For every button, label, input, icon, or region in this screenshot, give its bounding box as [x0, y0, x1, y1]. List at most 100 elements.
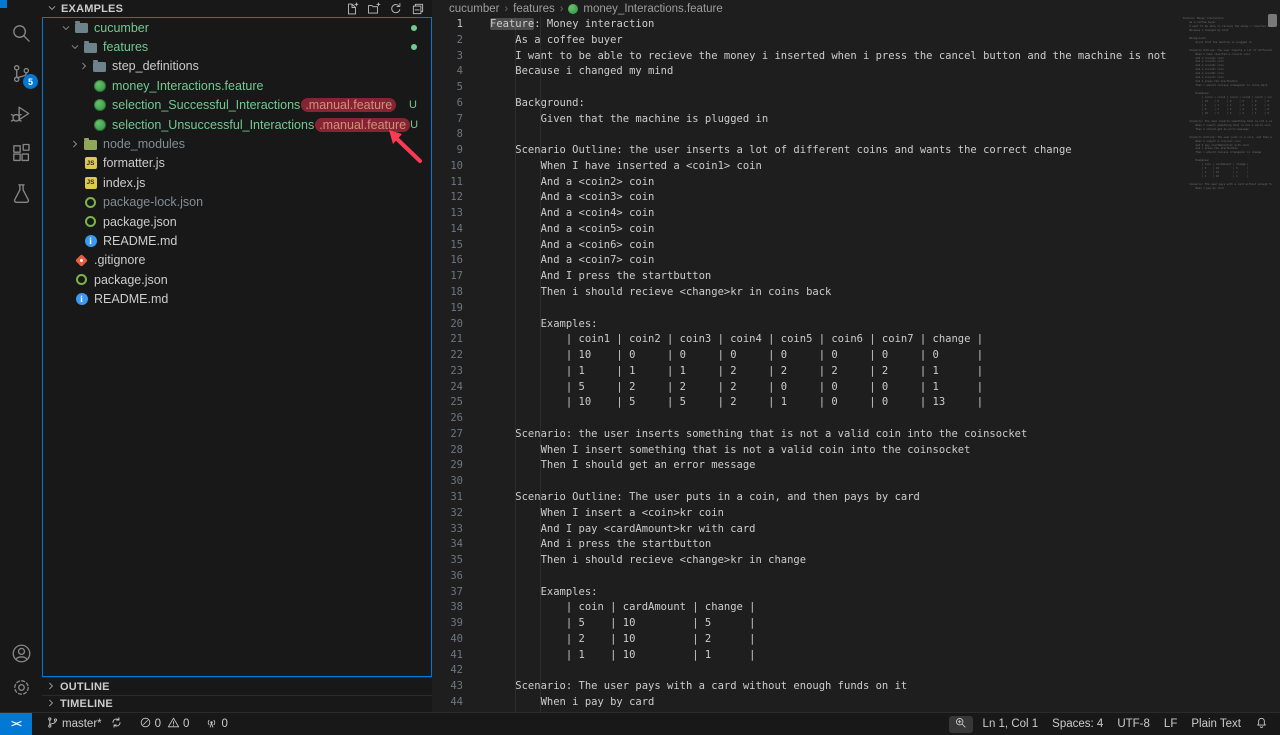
tree-item-money-interactions-feature[interactable]: money_Interactions.feature	[43, 76, 431, 95]
tree-item-readme-md[interactable]: iREADME.md	[43, 289, 431, 308]
screencast-zoom-button[interactable]	[949, 716, 973, 733]
code-line-33[interactable]: 33 And I pay <cardAmount>kr with card	[432, 522, 1183, 538]
refresh-explorer-button[interactable]	[387, 0, 404, 17]
code-line-39[interactable]: 39 | 5 | 10 | 5 |	[432, 616, 1183, 632]
code-line-44[interactable]: 44 When i pay by card	[432, 695, 1183, 711]
breadcrumb-item-features[interactable]: features	[513, 3, 555, 15]
code-line-41[interactable]: 41 | 1 | 10 | 1 |	[432, 648, 1183, 664]
source-control-icon[interactable]: 5	[8, 60, 34, 86]
remote-indicator[interactable]: ><	[0, 713, 32, 735]
code-line-16[interactable]: 16 And a <coin7> coin	[432, 253, 1183, 269]
breadcrumb-file-label: money_Interactions.feature	[583, 3, 722, 15]
tree-item-node-modules[interactable]: node_modules	[43, 134, 431, 153]
code-line-5[interactable]: 5	[432, 80, 1183, 96]
ports-status[interactable]: 0	[201, 713, 231, 735]
search-icon[interactable]	[8, 20, 34, 46]
chevron-right-icon[interactable]	[76, 61, 92, 71]
code-line-38[interactable]: 38 | coin | cardAmount | change |	[432, 600, 1183, 616]
code-line-40[interactable]: 40 | 2 | 10 | 2 |	[432, 632, 1183, 648]
code-line-35[interactable]: 35 Then i should recieve <change>kr in c…	[432, 553, 1183, 569]
new-file-button[interactable]	[343, 0, 360, 17]
code-line-42[interactable]: 42	[432, 663, 1183, 679]
tree-item-package-json[interactable]: package.json	[43, 212, 431, 231]
code-line-12[interactable]: 12 And a <coin3> coin	[432, 190, 1183, 206]
code-area[interactable]: 1Feature: Money interaction2 As a coffee…	[432, 17, 1183, 712]
code-line-3[interactable]: 3 I want to be able to recieve the money…	[432, 49, 1183, 65]
tree-item--gitignore[interactable]: .gitignore	[43, 251, 431, 270]
code-line-32[interactable]: 32 When I insert a <coin>kr coin	[432, 506, 1183, 522]
code-line-26[interactable]: 26	[432, 411, 1183, 427]
chevron-down-icon[interactable]	[58, 23, 74, 33]
minimap[interactable]: Feature: Money interaction As a coffee b…	[1183, 17, 1272, 712]
code-line-1[interactable]: 1Feature: Money interaction	[432, 17, 1183, 33]
collapse-folders-button[interactable]	[409, 0, 426, 17]
language-mode[interactable]: Plain Text	[1187, 713, 1245, 735]
code-line-27[interactable]: 27 Scenario: the user inserts something …	[432, 427, 1183, 443]
breadcrumb-item-file[interactable]: money_Interactions.feature	[568, 3, 722, 15]
code-line-37[interactable]: 37 Examples:	[432, 585, 1183, 601]
code-line-6[interactable]: 6 Background:	[432, 96, 1183, 112]
tree-item-index-js[interactable]: JSindex.js	[43, 173, 431, 192]
code-line-30[interactable]: 30	[432, 474, 1183, 490]
settings-icon[interactable]	[8, 674, 34, 700]
tree-item-selection-unsuccessful-interactions[interactable]: selection_Unsuccessful_Interactions.manu…	[43, 115, 431, 134]
code-line-13[interactable]: 13 And a <coin4> coin	[432, 206, 1183, 222]
tree-item-formatter-js[interactable]: JSformatter.js	[43, 154, 431, 173]
code-line-19[interactable]: 19	[432, 301, 1183, 317]
tree-item-cucumber[interactable]: cucumber	[43, 18, 431, 37]
code-line-17[interactable]: 17 And I press the startbutton	[432, 269, 1183, 285]
code-line-36[interactable]: 36	[432, 569, 1183, 585]
code-line-15[interactable]: 15 And a <coin6> coin	[432, 238, 1183, 254]
code-line-14[interactable]: 14 And a <coin5> coin	[432, 222, 1183, 238]
explorer-section-header[interactable]: EXAMPLES	[42, 0, 432, 17]
code-text: Scenario: the user inserts something tha…	[476, 427, 1183, 443]
chevron-down-icon[interactable]	[67, 42, 83, 52]
code-line-9[interactable]: 9 Scenario Outline: the user inserts a l…	[432, 143, 1183, 159]
code-line-23[interactable]: 23 | 1 | 1 | 1 | 2 | 2 | 2 | 2 | 1 |	[432, 364, 1183, 380]
code-line-4[interactable]: 4 Because i changed my mind	[432, 64, 1183, 80]
timeline-panel-header[interactable]: TIMELINE	[42, 695, 432, 712]
code-line-11[interactable]: 11 And a <coin2> coin	[432, 175, 1183, 191]
code-line-43[interactable]: 43 Scenario: The user pays with a card w…	[432, 679, 1183, 695]
eol-setting[interactable]: LF	[1160, 713, 1181, 735]
git-branch-status[interactable]: master*	[42, 713, 127, 735]
line-number: 34	[432, 537, 476, 553]
indentation-setting[interactable]: Spaces: 4	[1048, 713, 1107, 735]
breadcrumb-item-cucumber[interactable]: cucumber	[449, 3, 500, 15]
code-line-21[interactable]: 21 | coin1 | coin2 | coin3 | coin4 | coi…	[432, 332, 1183, 348]
accounts-icon[interactable]	[8, 640, 34, 666]
encoding-setting[interactable]: UTF-8	[1113, 713, 1154, 735]
code-line-7[interactable]: 7 Given that the machine is plugged in	[432, 112, 1183, 128]
scrollbar-marker[interactable]	[1268, 14, 1277, 27]
problems-status[interactable]: 0 0	[135, 713, 194, 735]
extensions-icon[interactable]	[8, 140, 34, 166]
code-line-24[interactable]: 24 | 5 | 2 | 2 | 2 | 0 | 0 | 0 | 1 |	[432, 380, 1183, 396]
new-folder-button[interactable]	[365, 0, 382, 17]
code-line-34[interactable]: 34 And i press the startbutton	[432, 537, 1183, 553]
tree-item-package-lock-json[interactable]: package-lock.json	[43, 193, 431, 212]
run-debug-icon[interactable]	[8, 100, 34, 126]
chevron-right-icon[interactable]	[67, 139, 83, 149]
testing-icon[interactable]	[8, 180, 34, 206]
outline-panel-header[interactable]: OUTLINE	[42, 677, 432, 695]
tree-item-readme-md[interactable]: iREADME.md	[43, 231, 431, 250]
code-line-8[interactable]: 8	[432, 127, 1183, 143]
chevron-down-icon	[47, 0, 57, 18]
code-line-31[interactable]: 31 Scenario Outline: The user puts in a …	[432, 490, 1183, 506]
tree-item-features[interactable]: features	[43, 37, 431, 56]
code-text: | 1 | 1 | 1 | 2 | 2 | 2 | 2 | 1 |	[476, 364, 1183, 380]
code-line-2[interactable]: 2 As a coffee buyer	[432, 33, 1183, 49]
code-line-22[interactable]: 22 | 10 | 0 | 0 | 0 | 0 | 0 | 0 | 0 |	[432, 348, 1183, 364]
notifications-bell[interactable]	[1251, 713, 1272, 735]
code-line-18[interactable]: 18 Then i should recieve <change>kr in c…	[432, 285, 1183, 301]
tree-item-step-definitions[interactable]: step_definitions	[43, 57, 431, 76]
tree-item-package-json[interactable]: package.json	[43, 270, 431, 289]
code-line-10[interactable]: 10 When I have inserted a <coin1> coin	[432, 159, 1183, 175]
cursor-position[interactable]: Ln 1, Col 1	[979, 713, 1043, 735]
error-count: 0	[155, 718, 161, 730]
code-line-29[interactable]: 29 Then I should get an error message	[432, 458, 1183, 474]
code-line-25[interactable]: 25 | 10 | 5 | 5 | 2 | 1 | 0 | 0 | 13 |	[432, 395, 1183, 411]
code-line-20[interactable]: 20 Examples:	[432, 317, 1183, 333]
tree-item-selection-successful-interactions[interactable]: selection_Successful_Interactions.manual…	[43, 96, 431, 115]
code-line-28[interactable]: 28 When I insert something that is not a…	[432, 443, 1183, 459]
